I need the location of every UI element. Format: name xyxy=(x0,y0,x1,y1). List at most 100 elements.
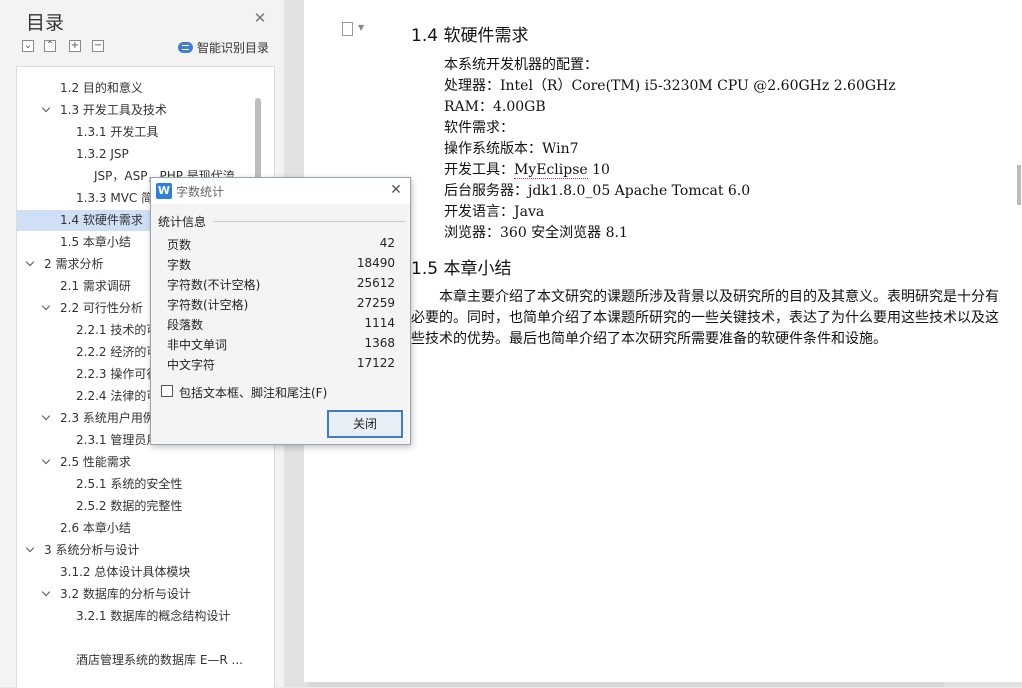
toc-item-label: 1.3.1 开发工具 xyxy=(76,125,159,139)
toc-item-label: 2 需求分析 xyxy=(44,257,104,271)
close-icon[interactable]: ✕ xyxy=(252,10,268,26)
toc-item-label: 2.2.3 操作可行 xyxy=(76,367,159,381)
doc-line: 开发工具：MyEclipse 10 xyxy=(444,159,610,179)
toc-item-label: 2.3.1 管理员用 xyxy=(76,433,159,447)
smart-toc-label: 智能识别目录 xyxy=(197,41,270,55)
toc-item-label: 2.2.2 经济的可 xyxy=(76,345,159,359)
stat-value: 27259 xyxy=(356,296,395,310)
smart-toc-button[interactable]: 智能识别目录 xyxy=(178,39,269,56)
stat-value: 42 xyxy=(379,236,395,250)
expand-up-icon[interactable]: ⌃ xyxy=(44,40,56,52)
toc-item-label: 1.5 本章小结 xyxy=(60,235,131,249)
toc-item-label: 1.2 目的和意义 xyxy=(60,81,143,95)
toc-item-label: 1.3.3 MVC 简 xyxy=(76,191,154,205)
stat-value: 18490 xyxy=(356,256,395,270)
include-textbox-checkbox[interactable] xyxy=(161,385,173,397)
toc-item[interactable]: 3.1.2 总体设计具体模块 xyxy=(17,562,274,583)
add-level-icon[interactable]: + xyxy=(69,40,81,52)
include-textbox-label[interactable]: 包括文本框、脚注和尾注(F) xyxy=(179,384,327,401)
close-button[interactable]: 关闭 xyxy=(327,410,403,438)
toc-item-label: 2.1 需求调研 xyxy=(60,279,131,293)
doc-line-version: 10 xyxy=(587,162,610,178)
word-count-dialog: W 字数统计 ✕ 统计信息 页数 42 字数 18490 字符数(不计空格) 25612 字… xyxy=(150,177,411,445)
stat-row: 字数 18490 xyxy=(167,253,395,273)
toc-item-label: 3.2.1 数据库的概念结构设计 xyxy=(76,609,231,623)
chevron-down-icon[interactable]: ▼ xyxy=(358,23,364,32)
doc-line: 操作系统版本：Win7 xyxy=(444,141,579,157)
chevron-down-icon[interactable] xyxy=(27,545,35,553)
toc-item[interactable]: 2.5.2 数据的完整性 xyxy=(17,496,274,517)
document-horizontal-scrollbar[interactable] xyxy=(308,682,944,687)
doc-line: 处理器：Intel（R）Core(TM) i5-3230M CPU @2.60G… xyxy=(444,78,896,94)
document-vertical-scrollbar[interactable] xyxy=(1017,165,1021,205)
doc-line: 后台服务器：jdk1.8.0_05 Apache Tomcat 6.0 xyxy=(444,183,751,199)
toc-item[interactable]: 2.6 本章小结 xyxy=(17,518,274,539)
stat-value: 1114 xyxy=(364,316,395,330)
summary-paragraph: 本章主要介绍了本文研究的课题所涉及背景以及研究所的目的及其意义。表明研究是十分有… xyxy=(411,289,999,347)
stat-row: 非中文单词 1368 xyxy=(167,333,395,353)
toc-item[interactable]: 3 系统分析与设计 xyxy=(17,540,274,561)
stat-key: 非中文单词 xyxy=(167,338,228,352)
collapse-all-icon[interactable]: ⌄ xyxy=(22,40,34,52)
document-icon[interactable] xyxy=(342,22,353,36)
stat-key: 段落数 xyxy=(167,318,204,332)
doc-line: 本系统开发机器的配置： xyxy=(444,57,598,73)
stat-value: 1368 xyxy=(364,336,395,350)
toc-item-label: 2.5.2 数据的完整性 xyxy=(76,499,183,513)
toc-item-label: 2.2 可行性分析 xyxy=(60,301,143,315)
toc-item[interactable]: 1.3 开发工具及技术 xyxy=(17,100,274,121)
toc-item-label: 2.2.1 技术的可 xyxy=(76,323,159,337)
toc-item-label: 2.2.4 法律的可 xyxy=(76,389,159,403)
toc-item-label: 3.2 数据库的分析与设计 xyxy=(60,587,191,601)
chevron-down-icon[interactable] xyxy=(43,589,51,597)
toc-item[interactable]: 1.2 目的和意义 xyxy=(17,78,274,99)
stat-value: 17122 xyxy=(356,356,395,370)
toc-item[interactable]: 2.5.1 系统的安全性 xyxy=(17,474,274,495)
toc-item[interactable]: 1.3.1 开发工具 xyxy=(17,122,274,143)
chevron-down-icon[interactable] xyxy=(27,259,35,267)
stat-key: 中文字符 xyxy=(167,358,216,372)
toc-item[interactable]: 1.3.2 JSP xyxy=(17,144,274,165)
toc-item-label: 1.3 开发工具及技术 xyxy=(60,103,167,117)
toc-item-label: 2.5.1 系统的安全性 xyxy=(76,477,183,491)
stat-key: 字符数(不计空格) xyxy=(167,278,261,292)
toc-title: 目录 xyxy=(26,12,65,34)
wps-writer-icon: W xyxy=(156,183,172,199)
toc-item[interactable]: 3.2.1 数据库的概念结构设计 xyxy=(17,606,274,627)
toc-item-label: 3 系统分析与设计 xyxy=(44,543,140,557)
toc-item-label: 1.3.2 JSP xyxy=(76,147,129,161)
stat-key: 字数 xyxy=(167,258,192,272)
stat-row: 中文字符 17122 xyxy=(167,353,395,373)
toc-item-label: 2.5 性能需求 xyxy=(60,455,131,469)
toc-item[interactable]: 3.2 数据库的分析与设计 xyxy=(17,584,274,605)
chevron-down-icon[interactable] xyxy=(43,303,51,311)
toc-item-label: 2.6 本章小结 xyxy=(60,521,131,535)
doc-line: RAM：4.00GB xyxy=(444,99,546,115)
toc-item-label: 3.1.2 总体设计具体模块 xyxy=(60,565,191,579)
chevron-down-icon[interactable] xyxy=(43,413,51,421)
heading-1-4: 1.4 软硬件需求 xyxy=(411,26,529,46)
doc-line-label: 开发工具： xyxy=(444,162,514,178)
toc-item-label: 2.3 系统用户用例 xyxy=(60,411,155,425)
chevron-down-icon[interactable] xyxy=(43,105,51,113)
stat-value: 25612 xyxy=(356,276,395,290)
dialog-titlebar[interactable]: W 字数统计 ✕ xyxy=(151,178,410,204)
remove-level-icon[interactable]: − xyxy=(92,40,104,52)
close-icon[interactable]: ✕ xyxy=(388,182,404,198)
stat-row: 字符数(不计空格) 25612 xyxy=(167,273,395,293)
toc-scrollbar[interactable] xyxy=(255,98,261,188)
stat-row: 页数 42 xyxy=(167,233,395,253)
stat-row: 段落数 1114 xyxy=(167,313,395,333)
stats-group-label: 统计信息 xyxy=(158,215,207,229)
group-divider xyxy=(213,221,405,222)
toc-item-label: 酒店管理系统的数据库 E—R ... xyxy=(76,653,243,667)
toc-item-label: 1.4 软硬件需求 xyxy=(60,213,143,227)
toc-item[interactable]: 酒店管理系统的数据库 E—R ... xyxy=(17,650,274,671)
spellcheck-word: MyEclipse xyxy=(514,162,588,179)
chevron-down-icon[interactable] xyxy=(43,457,51,465)
dialog-title: 字数统计 xyxy=(176,185,225,199)
stat-key: 字符数(计空格) xyxy=(167,298,249,312)
stat-key: 页数 xyxy=(167,238,192,252)
stat-row: 字符数(计空格) 27259 xyxy=(167,293,395,313)
toc-item[interactable]: 2.5 性能需求 xyxy=(17,452,274,473)
